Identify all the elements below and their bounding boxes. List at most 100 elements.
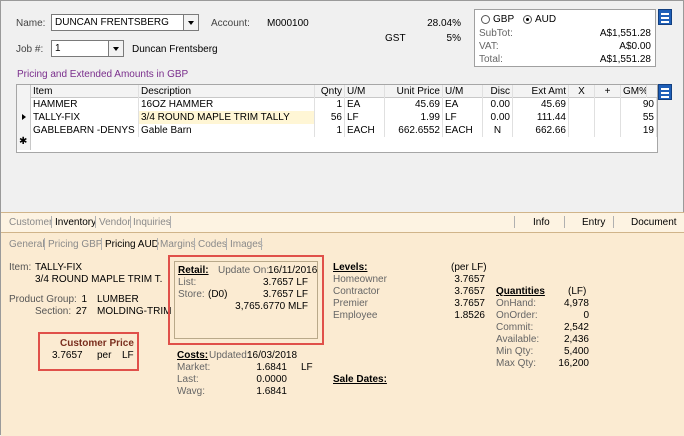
store-mlf: 3,765.6770 MLF [235,301,308,312]
subtab-margins[interactable]: Margins [160,239,196,250]
customer-price-value: 3.7657 [52,350,83,361]
market-label: Market: [177,362,211,373]
costs-updated-value: 16/03/2018 [247,350,298,361]
quantities-unit: (LF) [568,286,587,297]
col-ext-amt[interactable]: Ext Amt [513,85,569,98]
item-code: TALLY-FIX [35,262,83,273]
name-combo[interactable]: DUNCAN FRENTSBERG [51,14,199,31]
detail-panel: Customer Inventory Vendor Inquiries Info… [1,212,684,436]
quantity-name: Available: [496,334,540,345]
item-label: Item: [9,262,32,273]
grid-menu-icon[interactable] [658,84,672,100]
gst-rate: 5% [446,33,461,44]
gbp-radio[interactable] [481,15,490,24]
col-description[interactable]: Description [139,85,315,98]
quantity-value: 2,436 [563,334,589,345]
col-x[interactable]: X [569,85,595,98]
customer-price-title: Customer Price [60,338,134,349]
tab-inventory[interactable]: Inventory [55,217,96,228]
new-row[interactable] [17,136,657,150]
tab-inquiries[interactable]: Inquiries [133,217,171,228]
job-value: 1 [55,43,61,54]
wavg-label: Wavg: [177,386,205,397]
aud-radio[interactable] [523,15,532,24]
quantity-value: 0 [583,310,589,321]
subtab-pricing-aud[interactable]: Pricing AUD [105,239,159,250]
item-desc: 3/4 ROUND MAPLE TRIM T. [35,274,163,285]
list-value: 3.7657 LF [262,277,308,288]
quantity-name: OnOrder: [496,310,538,321]
current-row-icon [17,111,31,124]
chevron-down-icon[interactable] [108,41,123,56]
tab-customer[interactable]: Customer [9,217,52,228]
list-label: List: [178,277,197,288]
name-value: DUNCAN FRENTSBERG [55,17,169,28]
levels-title: Levels: [333,262,368,273]
job-name: Duncan Frentsberg [132,44,218,55]
quantity-name: Commit: [496,322,534,333]
customer-price-per: per [97,350,112,361]
level-value: 3.7657 [454,274,485,285]
quantity-name: OnHand: [496,298,537,309]
col-disc[interactable]: Disc [483,85,513,98]
customer-price-unit: LF [122,350,134,361]
subtab-pricing-gbp[interactable]: Pricing GBP [48,239,102,250]
total-label: Total: [479,54,503,65]
level-value: 3.7657 [454,298,485,309]
subtot-value: A$1,551.28 [599,28,651,39]
order-window: Name: DUNCAN FRENTSBERG Account: M000100… [0,0,684,436]
account-label: Account: [211,18,250,29]
subtab-codes[interactable]: Codes [198,239,227,250]
col-um2[interactable]: U/M [443,85,483,98]
product-group-label: Product Group: [9,294,77,305]
aud-label: AUD [535,14,557,25]
job-combo[interactable]: 1 [51,40,124,57]
grid-header-row: Item Description Qnty U/M Unit Price U/M… [17,85,657,98]
store-label: Store: [178,289,205,300]
section-label: Section: [35,306,72,317]
col-plus[interactable]: + [595,85,621,98]
name-label: Name: [16,18,46,29]
table-row[interactable]: GABLEBARN -DENYS Gable Barn 1 EACH 662.6… [17,124,657,137]
customer-price-box: Customer Price 3.7657 per LF [38,332,139,371]
levels-per: (per LF) [451,262,487,273]
tab-vendor[interactable]: Vendor [99,217,131,228]
col-um[interactable]: U/M [345,85,385,98]
table-row[interactable]: TALLY-FIX 3/4 ROUND MAPLE TRIM TALLY 56 … [17,111,657,124]
section-num: 27 [75,306,87,317]
tab-document[interactable]: Document [631,217,677,228]
col-unit-price[interactable]: Unit Price [385,85,443,98]
new-row-icon [17,136,31,150]
product-group-name: LUMBER [97,294,139,305]
chevron-down-icon[interactable] [183,15,198,30]
col-gm[interactable]: GM% [621,85,647,98]
level-name: Contractor [333,286,380,297]
subtab-images[interactable]: Images [230,239,263,250]
vat-label: VAT: [479,41,499,52]
sale-dates-title: Sale Dates: [333,374,387,385]
wavg-value: 1.6841 [256,386,287,397]
col-item[interactable]: Item [31,85,139,98]
tab-info[interactable]: Info [533,217,550,228]
store-code: (D0) [208,289,228,300]
tab-entry[interactable]: Entry [582,217,605,228]
retail-box: Retail: Update On: 16/11/2016 List: 3.76… [168,255,324,345]
market-value: 1.6841 [256,362,287,373]
totals-menu-icon[interactable] [658,9,672,25]
level-value: 3.7657 [454,286,485,297]
section-title: Pricing and Extended Amounts in GBP [17,69,189,80]
col-qnty[interactable]: Qnty [315,85,345,98]
quantities-title: Quantities [496,286,545,297]
table-row[interactable]: HAMMER 16OZ HAMMER 1 EA 45.69 EA 0.00 45… [17,98,657,111]
vat-value: A$0.00 [619,41,651,52]
update-on-value: 16/11/2016 [268,265,318,276]
totals-panel: GBP AUD SubTot: A$1,551.28 VAT: A$0.00 T… [474,9,656,67]
line-items-grid: Item Description Qnty U/M Unit Price U/M… [16,84,658,153]
subtab-general[interactable]: General [9,239,45,250]
market-unit: LF [301,362,313,373]
level-name: Premier [333,298,369,309]
quantity-value: 5,400 [563,346,589,357]
total-value: A$1,551.28 [599,54,651,65]
quantity-value: 16,200 [558,358,589,369]
section-name: MOLDING-TRIM [97,306,172,317]
